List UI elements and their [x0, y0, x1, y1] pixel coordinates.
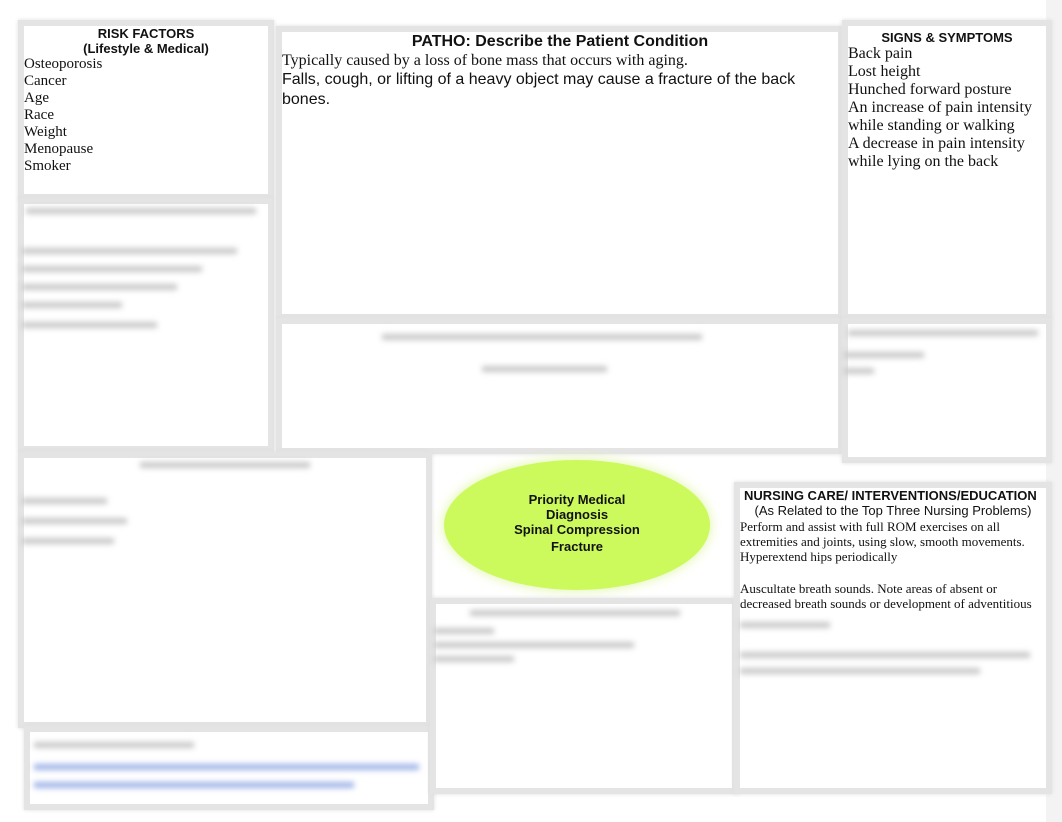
risk-factor-item: Smoker [24, 158, 71, 174]
signs-title: SIGNS & SYMPTOMS [881, 30, 1013, 45]
risk-factor-item: Menopause [24, 141, 94, 157]
risk-factor-item: Cancer [24, 73, 67, 89]
redacted-text [740, 622, 830, 628]
redacted-text [26, 208, 256, 214]
diagnosis-line-2: Diagnosis [545, 507, 609, 522]
redacted-text [22, 284, 177, 290]
redacted-text [434, 642, 634, 648]
redacted-text [740, 668, 980, 674]
patho-line-1: Typically caused by a loss of bone mass … [282, 52, 688, 69]
symptom-item: An increase of pain intensity while stan… [848, 99, 1032, 134]
patho-line-2: Falls, cough, or lifting of a heavy obje… [282, 71, 796, 108]
risk-factors-box: RISK FACTORS (Lifestyle & Medical) Osteo… [18, 20, 274, 200]
redacted-text [382, 334, 702, 340]
risk-factor-item: Osteoporosis [24, 56, 103, 72]
redacted-link [34, 764, 419, 770]
risk-factors-title: RISK FACTORS [97, 26, 195, 41]
nursing-intervention-2: Auscultate breath sounds. Note areas of … [740, 581, 1032, 611]
symptom-item: Lost height [848, 63, 921, 80]
risk-factors-subtitle: (Lifestyle & Medical) [83, 41, 209, 56]
symptom-item: Hunched forward posture [848, 81, 1012, 98]
nursing-intervention-1: Perform and assist with full ROM exercis… [740, 519, 1025, 564]
risk-factor-item: Age [24, 90, 49, 106]
redacted-text [740, 652, 1030, 658]
redacted-text [22, 498, 107, 504]
symptom-item: Back pain [848, 45, 913, 62]
patho-box: PATHO: Describe the Patient Condition Ty… [276, 26, 844, 320]
redacted-text [22, 518, 127, 524]
redacted-text [22, 266, 202, 272]
redacted-text [22, 322, 157, 328]
symptom-item: A decrease in pain intensity while lying… [848, 135, 1025, 170]
priority-diagnosis-ellipse: Priority Medical Diagnosis Spinal Compre… [444, 460, 710, 590]
signs-box: SIGNS & SYMPTOMS Back pain Lost height H… [842, 20, 1052, 320]
redacted-box-right [842, 318, 1052, 463]
redacted-text [22, 538, 114, 544]
diagnosis-line-3: Spinal Compression [514, 522, 640, 537]
redacted-text [140, 462, 310, 468]
redacted-text [844, 352, 924, 358]
redacted-text [34, 742, 194, 748]
redacted-text [434, 656, 514, 662]
redacted-link [34, 782, 354, 788]
redacted-text [844, 368, 874, 374]
redacted-text [848, 330, 1038, 336]
patho-title: PATHO: Describe the Patient Condition [411, 33, 709, 50]
diagnosis-line-1: Priority Medical [528, 492, 626, 507]
redacted-text [22, 248, 237, 254]
diagnosis-line-4: Fracture [550, 539, 604, 554]
redacted-text [22, 302, 122, 308]
redacted-text [482, 366, 607, 372]
nursing-title: NURSING CARE/ INTERVENTIONS/EDUCATION [744, 488, 1037, 503]
risk-factor-item: Race [24, 107, 54, 123]
redacted-box-bottom-left [18, 452, 432, 728]
redacted-text [470, 610, 680, 616]
nursing-care-box: NURSING CARE/ INTERVENTIONS/EDUCATION (A… [734, 482, 1052, 794]
redacted-text [434, 628, 494, 634]
risk-factor-item: Weight [24, 124, 67, 140]
nursing-subtitle: (As Related to the Top Three Nursing Pro… [754, 503, 1032, 518]
